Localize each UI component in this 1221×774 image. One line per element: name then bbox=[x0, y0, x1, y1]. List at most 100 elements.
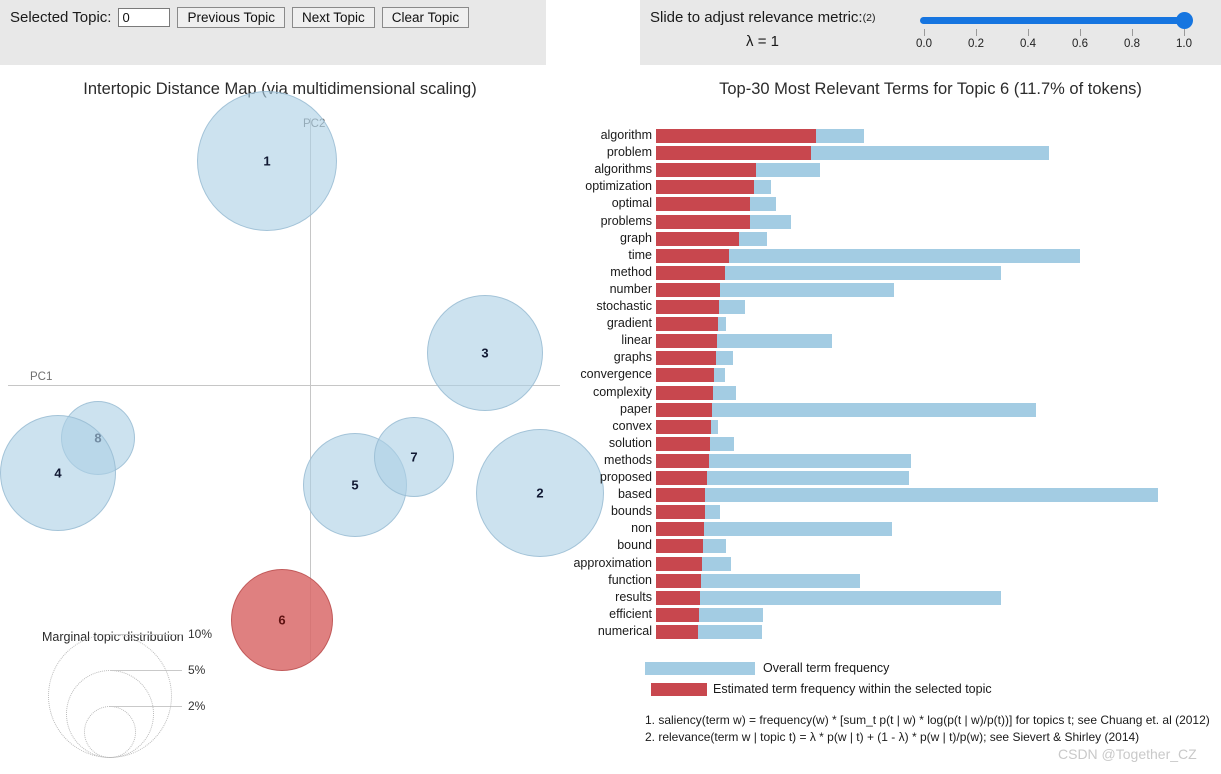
legend-label-overall: Overall term frequency bbox=[763, 661, 890, 675]
slider-tick-0.6 bbox=[1080, 29, 1081, 36]
bar-row[interactable]: graph bbox=[570, 231, 1221, 248]
bar-overall-frequency bbox=[656, 590, 1001, 605]
bar-row[interactable]: non bbox=[570, 521, 1221, 538]
bar-term-label: algorithms bbox=[594, 162, 652, 177]
legend-label-estimated: Estimated term frequency within the sele… bbox=[713, 682, 992, 696]
bar-term-label: efficient bbox=[609, 606, 652, 621]
bar-row[interactable]: bound bbox=[570, 538, 1221, 555]
bar-topic-frequency bbox=[656, 197, 750, 212]
bar-overall-frequency bbox=[656, 402, 1036, 417]
bar-topic-frequency bbox=[656, 488, 705, 503]
footnote-saliency: 1. saliency(term w) = frequency(w) * [su… bbox=[645, 713, 1210, 727]
slider-track[interactable] bbox=[920, 17, 1187, 24]
bar-row[interactable]: optimal bbox=[570, 196, 1221, 213]
marginal-size-label-2%: 2% bbox=[188, 699, 206, 713]
bar-row[interactable]: proposed bbox=[570, 470, 1221, 487]
slider-tick-label-0.0: 0.0 bbox=[916, 38, 932, 50]
bar-topic-frequency bbox=[656, 419, 711, 434]
bar-term-label: based bbox=[617, 487, 652, 502]
bar-topic-frequency bbox=[656, 317, 718, 332]
bar-row[interactable]: number bbox=[570, 282, 1221, 299]
bar-term-label: non bbox=[631, 521, 652, 536]
bar-row[interactable]: paper bbox=[570, 402, 1221, 419]
bar-row[interactable]: algorithm bbox=[570, 128, 1221, 145]
marginal-circle-10% bbox=[48, 634, 172, 758]
bar-topic-frequency bbox=[656, 436, 710, 451]
bar-row[interactable]: function bbox=[570, 573, 1221, 590]
bar-row[interactable]: complexity bbox=[570, 385, 1221, 402]
bar-row[interactable]: results bbox=[570, 590, 1221, 607]
footnote-relevance: 2. relevance(term w | topic t) = λ * p(w… bbox=[645, 730, 1140, 744]
bar-term-label: optimal bbox=[611, 196, 652, 211]
bar-topic-frequency bbox=[656, 146, 811, 161]
bar-term-label: number bbox=[609, 281, 652, 296]
bar-row[interactable]: bounds bbox=[570, 504, 1221, 521]
slider-handle[interactable] bbox=[1176, 12, 1193, 29]
bar-row[interactable]: efficient bbox=[570, 607, 1221, 624]
slider-tick-0.4 bbox=[1028, 29, 1029, 36]
topic-bubble-label-1: 1 bbox=[263, 153, 271, 169]
clear-topic-button[interactable]: Clear Topic bbox=[381, 7, 470, 28]
watermark: CSDN @Together_CZ bbox=[1058, 746, 1197, 762]
next-topic-button[interactable]: Next Topic bbox=[292, 7, 375, 28]
bar-topic-frequency bbox=[656, 368, 714, 383]
bar-term-label: time bbox=[628, 247, 652, 262]
bar-row[interactable]: graphs bbox=[570, 350, 1221, 367]
bar-topic-frequency bbox=[656, 334, 717, 349]
bar-row[interactable]: based bbox=[570, 487, 1221, 504]
bar-term-label: linear bbox=[621, 333, 652, 348]
relevance-controls-panel: Slide to adjust relevance metric:(2) λ =… bbox=[640, 0, 1221, 65]
bar-topic-frequency bbox=[656, 300, 719, 314]
relevance-metric-label: Slide to adjust relevance metric:(2) bbox=[650, 9, 915, 26]
relevance-metric-text: Slide to adjust relevance metric: bbox=[650, 9, 863, 26]
bar-term-label: bound bbox=[617, 538, 652, 553]
relevance-slider[interactable]: 0.0 0.2 0.4 0.6 0.8 1.0 bbox=[916, 10, 1212, 55]
bar-row[interactable]: gradient bbox=[570, 316, 1221, 333]
slider-tick-0.0 bbox=[924, 29, 925, 36]
topic-bubble-label-4: 4 bbox=[54, 465, 62, 481]
bar-term-label: optimization bbox=[585, 179, 652, 194]
bar-term-label: solution bbox=[608, 435, 652, 450]
bar-topic-frequency bbox=[656, 624, 698, 639]
top-terms-title: Top-30 Most Relevant Terms for Topic 6 (… bbox=[719, 80, 1142, 98]
bar-row[interactable]: algorithms bbox=[570, 162, 1221, 179]
bar-row[interactable]: problems bbox=[570, 214, 1221, 231]
bar-row[interactable]: approximation bbox=[570, 556, 1221, 573]
bar-term-label: complexity bbox=[592, 384, 652, 399]
marginal-size-label-5%: 5% bbox=[188, 663, 206, 677]
slider-tick-label-0.2: 0.2 bbox=[968, 38, 984, 50]
previous-topic-button[interactable]: Previous Topic bbox=[177, 7, 286, 28]
bar-topic-frequency bbox=[656, 282, 720, 297]
marginal-topic-distribution-legend: Marginal topic distribution 2% 5% 10% bbox=[42, 627, 272, 770]
selected-topic-input[interactable] bbox=[118, 8, 171, 27]
bar-row[interactable]: linear bbox=[570, 333, 1221, 350]
slider-tick-label-0.4: 0.4 bbox=[1020, 38, 1036, 50]
bar-term-label: problem bbox=[606, 145, 652, 160]
bar-term-label: proposed bbox=[599, 470, 652, 484]
bar-term-label: numerical bbox=[597, 623, 652, 638]
bar-row[interactable]: problem bbox=[570, 145, 1221, 162]
bar-row[interactable]: stochastic bbox=[570, 299, 1221, 316]
bar-row[interactable]: convex bbox=[570, 419, 1221, 436]
bar-term-label: graphs bbox=[613, 350, 652, 365]
pc1-axis-label: PC1 bbox=[30, 371, 53, 383]
bar-topic-frequency bbox=[656, 248, 729, 263]
bar-term-label: gradient bbox=[606, 316, 652, 331]
bar-term-label: graph bbox=[620, 230, 652, 245]
bar-row[interactable]: methods bbox=[570, 453, 1221, 470]
bar-topic-frequency bbox=[656, 385, 713, 400]
legend-swatch-overall bbox=[645, 662, 755, 675]
formula-footnotes: 1. saliency(term w) = frequency(w) * [su… bbox=[645, 712, 1221, 746]
bar-row[interactable]: time bbox=[570, 248, 1221, 265]
bar-row[interactable]: numerical bbox=[570, 624, 1221, 641]
bar-term-label: convex bbox=[612, 418, 652, 433]
bar-topic-frequency bbox=[656, 180, 754, 195]
bar-row[interactable]: convergence bbox=[570, 367, 1221, 384]
bar-row[interactable]: optimization bbox=[570, 179, 1221, 196]
relevance-footnote-marker: (2) bbox=[862, 12, 876, 24]
bar-row[interactable]: method bbox=[570, 265, 1221, 282]
bar-term-label: methods bbox=[604, 452, 652, 467]
topic-bubble-label-7: 7 bbox=[410, 449, 418, 465]
bar-term-label: algorithm bbox=[600, 128, 652, 142]
bar-row[interactable]: solution bbox=[570, 436, 1221, 453]
